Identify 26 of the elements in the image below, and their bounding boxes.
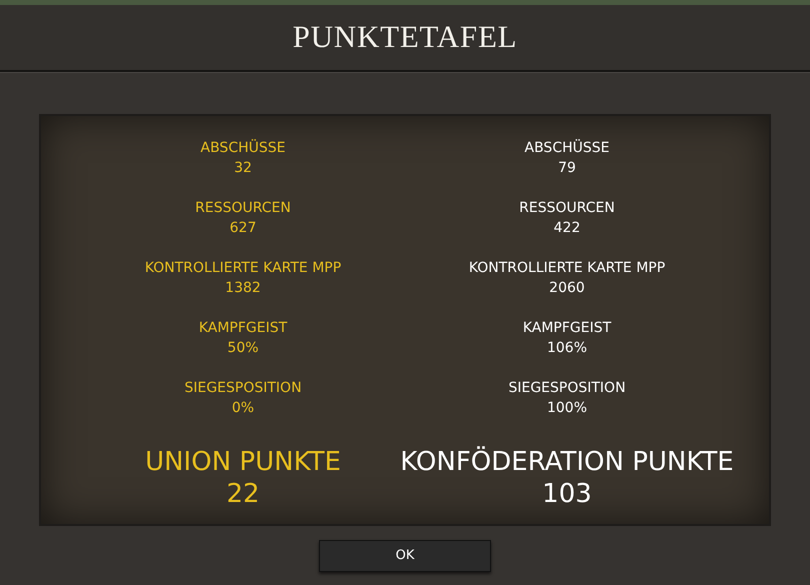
total-value: 22 bbox=[226, 478, 260, 510]
stat-label: KAMPFGEIST bbox=[522, 319, 612, 338]
stat-value: 32 bbox=[234, 159, 252, 178]
stat-label: KAMPFGEIST bbox=[198, 319, 288, 338]
stat-label: SIEGESPOSITION bbox=[184, 379, 302, 398]
stat-value: 79 bbox=[558, 159, 576, 178]
stat-label: KONTROLLIERTE KARTE MPP bbox=[144, 259, 342, 278]
stat-value: 1382 bbox=[225, 279, 261, 298]
total-label: UNION PUNKTE bbox=[145, 446, 341, 478]
stat-value: 0% bbox=[232, 399, 254, 418]
stat-value: 106% bbox=[546, 339, 587, 358]
stat-value: 50% bbox=[227, 339, 259, 358]
stat-label: RESSOURCEN bbox=[519, 199, 615, 218]
stat-value: 627 bbox=[230, 219, 256, 238]
stat-value: 2060 bbox=[549, 279, 585, 298]
stat-label: ABSCHÜSSE bbox=[524, 138, 610, 158]
stat-label: ABSCHÜSSE bbox=[200, 138, 286, 158]
stat-label: KONTROLLIERTE KARTE MPP bbox=[468, 259, 666, 278]
ok-button[interactable]: OK bbox=[319, 540, 491, 572]
total-value: 103 bbox=[542, 478, 592, 510]
stat-label: RESSOURCEN bbox=[195, 199, 291, 218]
stat-value: 422 bbox=[554, 219, 580, 238]
stat-label: SIEGESPOSITION bbox=[508, 379, 626, 398]
total-label: KONFÖDERATION PUNKTE bbox=[400, 446, 734, 478]
stat-value: 100% bbox=[546, 399, 588, 418]
window-title: PUNKTETAFEL bbox=[292, 18, 518, 56]
